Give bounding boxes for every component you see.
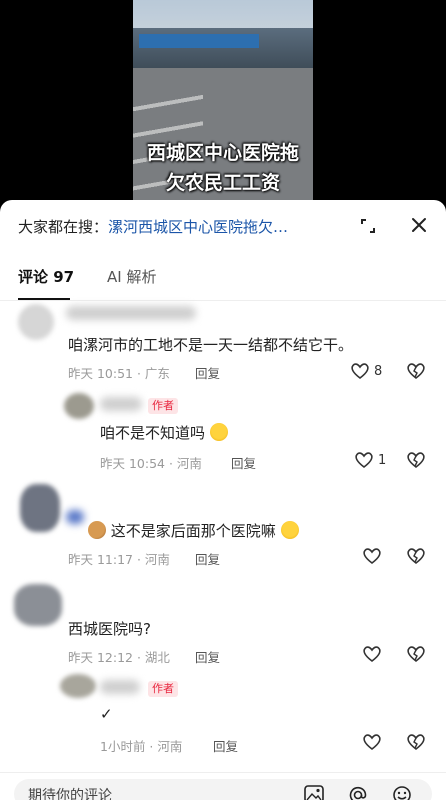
broken-heart-icon (407, 548, 425, 565)
comment-meta: 昨天 10:51 · 广东 (68, 366, 170, 381)
heart-icon (363, 734, 381, 751)
dislike-button[interactable] (406, 645, 426, 667)
reply-button[interactable]: 回复 (195, 549, 220, 568)
broken-heart-icon (407, 363, 425, 380)
reply-button[interactable]: 回复 (195, 647, 220, 666)
dislike-button[interactable] (406, 451, 426, 473)
video-frame[interactable]: 西城区中心医院拖 欠农民工工资 (133, 0, 313, 215)
username-blurred[interactable] (100, 397, 142, 411)
video-caption-line1: 西城区中心医院拖 (146, 142, 299, 164)
avatar[interactable] (64, 393, 94, 419)
reply-button[interactable]: 回复 (213, 736, 238, 755)
like-count: 1 (378, 452, 387, 468)
comment-text: 咱不是不知道吗 (100, 422, 228, 443)
reply-button[interactable]: 回复 (195, 363, 220, 382)
reply-button[interactable]: 回复 (231, 453, 256, 472)
tab-comments[interactable]: 评论 97 (18, 266, 74, 287)
username-blurred[interactable] (66, 306, 196, 320)
like-button[interactable] (362, 547, 382, 565)
broken-heart-icon (407, 452, 425, 469)
heart-icon (363, 646, 381, 663)
close-icon (412, 218, 426, 232)
video-area[interactable]: 西城区中心医院拖 欠农民工工资 (0, 0, 446, 215)
comment-meta: 昨天 12:12 · 湖北 (68, 650, 170, 665)
close-button[interactable] (406, 212, 432, 238)
comment-meta: 昨天 11:17 · 河南 (68, 552, 170, 567)
expand-icon (361, 219, 375, 233)
comment-placeholder: 期待你的评论 (28, 788, 112, 800)
heart-icon (355, 452, 373, 469)
comment-text: 这不是家后面那个医院嘛 (88, 520, 299, 541)
dislike-button[interactable] (406, 362, 426, 384)
at-icon[interactable] (348, 785, 368, 800)
avatar[interactable] (20, 484, 60, 532)
comment-text: ✓ (100, 705, 113, 723)
author-badge: 作者 (148, 398, 178, 414)
dislike-button[interactable] (406, 547, 426, 569)
comments-panel: 大家都在搜：漯河西城区中心医院拖欠… 评论 97 AI 解析 咱漯河市的工地不是… (0, 200, 446, 800)
search-prefix: 大家都在搜： (18, 218, 109, 236)
heart-icon (351, 363, 369, 380)
cookie-emoji-icon (88, 521, 106, 539)
like-button[interactable]: 1 (354, 451, 386, 469)
emoji-icon[interactable] (392, 785, 412, 800)
crying-laugh-emoji-icon (209, 423, 228, 441)
like-count: 8 (374, 363, 383, 379)
comment-meta: 1小时前 · 河南 (100, 739, 183, 754)
avatar[interactable] (14, 584, 62, 626)
video-sign (139, 34, 259, 48)
author-badge: 作者 (148, 681, 178, 697)
comment-meta: 昨天 10:54 · 河南 (100, 456, 202, 471)
comment-text: 咱漯河市的工地不是一天一结都不结它干。 (68, 336, 354, 354)
dislike-button[interactable] (406, 733, 426, 755)
like-button[interactable] (362, 733, 382, 751)
comment-input[interactable]: 期待你的评论 (14, 779, 432, 800)
heart-icon (363, 548, 381, 565)
like-button[interactable]: 8 (350, 362, 382, 380)
video-caption-line2: 欠农民工工资 (165, 172, 280, 194)
username-blurred[interactable] (66, 510, 84, 524)
comment-input-bar: 期待你的评论 (0, 772, 446, 800)
like-button[interactable] (362, 645, 382, 663)
expand-button[interactable] (356, 214, 380, 238)
grinning-sweat-emoji-icon (280, 521, 299, 539)
avatar[interactable] (60, 674, 96, 698)
broken-heart-icon (407, 646, 425, 663)
image-icon[interactable] (304, 785, 324, 800)
avatar[interactable] (18, 304, 54, 340)
tab-ai-analysis[interactable]: AI 解析 (107, 266, 156, 287)
tab-bar: 评论 97 AI 解析 (0, 258, 446, 301)
broken-heart-icon (407, 734, 425, 751)
username-blurred[interactable] (100, 680, 140, 694)
search-link[interactable]: 漯河西城区中心医院拖欠… (108, 218, 288, 236)
tab-underline (18, 298, 70, 300)
search-suggestion[interactable]: 大家都在搜：漯河西城区中心医院拖欠… (18, 216, 348, 240)
comment-text: 西城医院吗? (68, 620, 151, 638)
